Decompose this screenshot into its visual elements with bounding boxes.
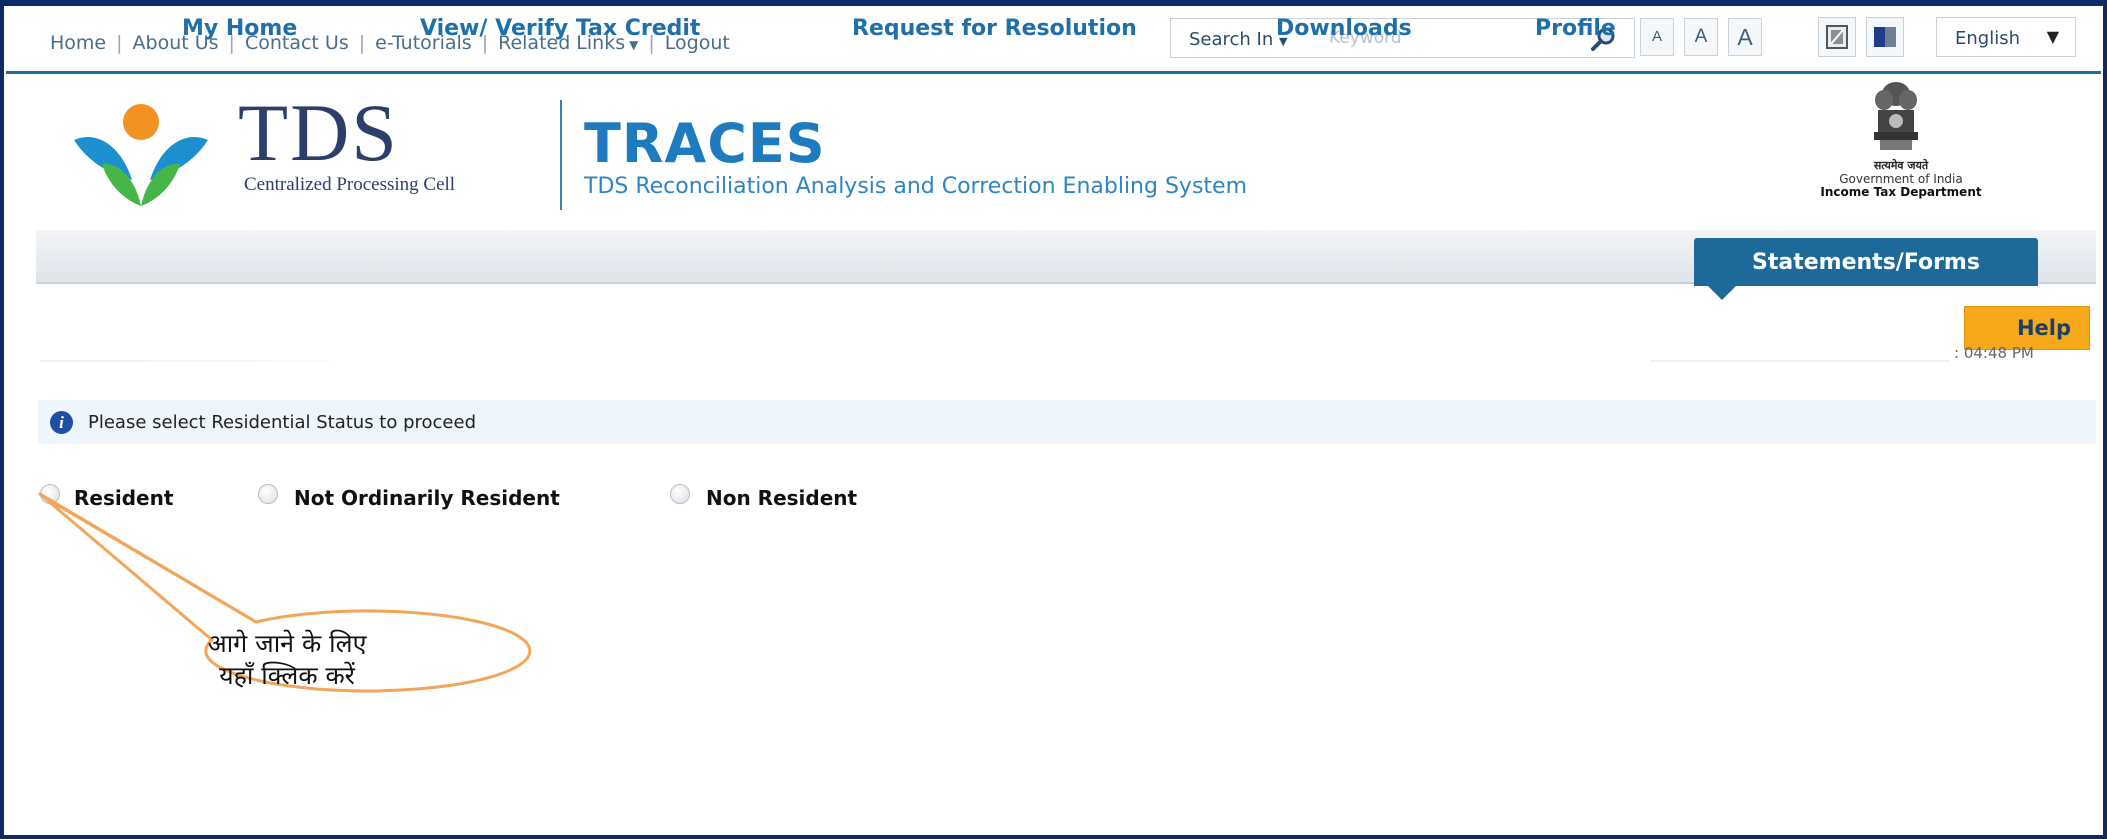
theme-toggle-button[interactable] — [1866, 17, 1904, 57]
caret-down-icon: ▼ — [2046, 27, 2059, 46]
active-tab-pointer — [1708, 286, 1736, 300]
tds-subtitle: Centralized Processing Cell — [244, 174, 456, 195]
separator: | — [116, 32, 123, 54]
traces-subtitle: TDS Reconciliation Analysis and Correcti… — [584, 174, 1247, 199]
gov-line-2: Income Tax Department — [1820, 185, 1982, 199]
nav-view-verify-tax-credit[interactable]: View/ Verify Tax Credit — [420, 16, 700, 41]
non-resident-radio[interactable] — [670, 484, 690, 504]
gov-line-1: Government of India — [1839, 172, 1963, 186]
separator: | — [358, 32, 366, 54]
info-message: Please select Residential Status to proc… — [88, 412, 476, 433]
info-icon: i — [50, 411, 73, 434]
non-resident-label[interactable]: Non Resident — [706, 486, 857, 510]
theme-icon — [1874, 27, 1896, 47]
home-link[interactable]: Home — [50, 32, 106, 54]
font-size-small-button[interactable]: A — [1640, 18, 1674, 56]
callout-line-2: यहाँ क्लिक करें — [219, 661, 355, 690]
info-message-bar: i Please select Residential Status to pr… — [38, 400, 2096, 444]
nav-statements-forms-label: Statements/Forms — [1752, 250, 1980, 275]
nav-request-for-resolution[interactable]: Request for Resolution — [852, 16, 1137, 41]
resident-radio[interactable] — [40, 484, 60, 504]
national-emblem — [1874, 82, 1918, 150]
nav-downloads[interactable]: Downloads — [1276, 16, 1412, 41]
traces-title: TRACES — [584, 112, 826, 175]
search-in-label: Search In — [1189, 29, 1274, 50]
tds-title: TDS — [238, 87, 399, 178]
language-select[interactable]: English ▼ — [1936, 17, 2076, 57]
faint-divider — [40, 360, 330, 362]
callout-line-1: आगे जाने के लिए — [207, 629, 367, 658]
faint-divider — [1650, 360, 1950, 362]
nav-my-home[interactable]: My Home — [182, 16, 297, 41]
font-size-large-button[interactable]: A — [1728, 18, 1762, 56]
tds-logo — [74, 104, 208, 206]
header-divider — [560, 100, 562, 210]
resident-label[interactable]: Resident — [74, 486, 173, 510]
not-ordinarily-resident-label[interactable]: Not Ordinarily Resident — [294, 486, 560, 510]
contrast-icon — [1826, 25, 1848, 49]
nav-profile[interactable]: Profile — [1535, 16, 1616, 41]
callout-text: आगे जाने के लिए यहाँ क्लिक करें — [124, 628, 450, 692]
not-ordinarily-resident-radio[interactable] — [258, 484, 278, 504]
font-size-medium-button[interactable]: A — [1684, 18, 1718, 56]
session-time: : 04:48 PM — [1954, 344, 2034, 362]
contrast-toggle-button[interactable] — [1818, 17, 1856, 57]
gov-motto: सत्यमेव जयते — [1873, 159, 1929, 172]
language-label: English — [1955, 28, 2020, 49]
search-in-dropdown[interactable]: Search In ▼ — [1189, 29, 1287, 50]
